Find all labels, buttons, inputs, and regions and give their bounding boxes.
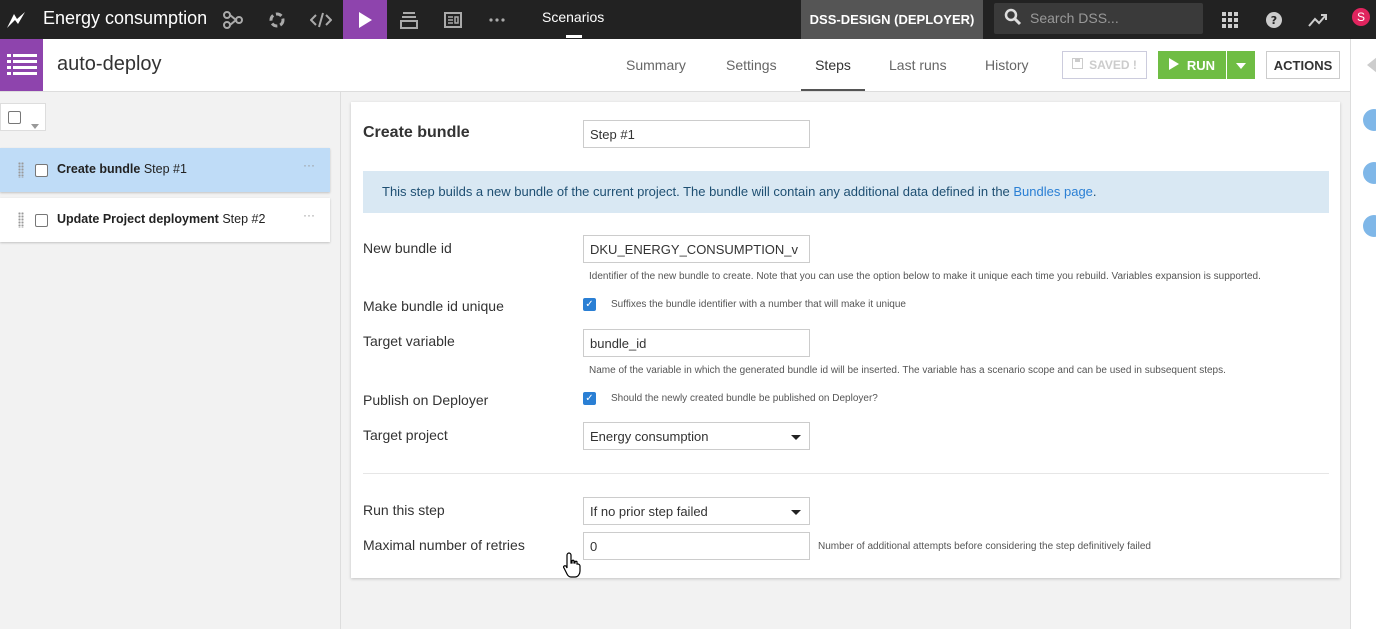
new-bundle-id-label: New bundle id	[363, 240, 452, 256]
select-all-dropdown[interactable]	[0, 103, 46, 131]
publish-label: Publish on Deployer	[363, 392, 489, 408]
new-bundle-id-help: Identifier of the new bundle to create. …	[589, 271, 1261, 282]
avatar[interactable]: S	[1352, 8, 1370, 26]
publish-help: Should the newly created bundle be publi…	[611, 393, 878, 404]
tab-summary[interactable]: Summary	[626, 39, 686, 91]
unique-help: Suffixes the bundle identifier with a nu…	[611, 299, 906, 310]
section-indicator	[566, 35, 582, 38]
run-button[interactable]: RUN	[1158, 51, 1226, 79]
actions-button[interactable]: ACTIONS	[1266, 51, 1340, 79]
dataiku-logo-icon[interactable]	[0, 0, 32, 39]
tab-history[interactable]: History	[985, 39, 1029, 91]
divider	[363, 473, 1329, 474]
search-box[interactable]: Search DSS...	[994, 3, 1203, 34]
target-variable-label: Target variable	[363, 333, 455, 349]
instance-label[interactable]: DSS-DESIGN (DEPLOYER)	[801, 0, 983, 39]
help-icon[interactable]: ?	[1259, 0, 1289, 39]
saved-button[interactable]: SAVED !	[1062, 51, 1147, 79]
unique-checkbox[interactable]: ✓	[583, 298, 596, 311]
max-retries-input[interactable]: 0	[583, 532, 810, 560]
current-section-label[interactable]: Scenarios	[542, 0, 604, 39]
add-icon[interactable]	[1363, 109, 1376, 131]
run-label: RUN	[1186, 57, 1216, 73]
chevron-down-icon	[1236, 56, 1246, 74]
chevron-down-icon	[31, 116, 39, 134]
steps-sidebar: Create bundle Step #1 ··· Update Project…	[0, 92, 341, 629]
target-variable-input[interactable]: bundle_id	[583, 329, 810, 357]
scenario-header: auto-deploy Summary Settings Steps Last …	[0, 39, 1350, 92]
flow-icon[interactable]	[211, 0, 255, 39]
more-icon[interactable]: ···	[303, 208, 315, 222]
more-icon[interactable]: ···	[303, 158, 315, 172]
drag-handle-icon[interactable]	[18, 212, 24, 228]
activity-icon[interactable]	[1303, 0, 1333, 39]
step-type-title: Create bundle	[363, 124, 470, 141]
dashboards-icon[interactable]	[431, 0, 475, 39]
step-settings-panel: Create bundle Step #1 This step builds a…	[351, 102, 1340, 578]
play-icon	[1168, 57, 1179, 73]
max-retries-label: Maximal number of retries	[363, 537, 525, 553]
run-step-label: Run this step	[363, 502, 445, 518]
step-checkbox[interactable]	[35, 164, 48, 177]
collapse-arrow-icon[interactable]	[1365, 57, 1376, 78]
publish-checkbox[interactable]: ✓	[583, 392, 596, 405]
step-label: Create bundle Step #1	[57, 162, 187, 176]
new-bundle-id-input[interactable]: DKU_ENERGY_CONSUMPTION_v	[583, 235, 810, 263]
run-options-button[interactable]	[1227, 51, 1255, 79]
datasets-icon[interactable]	[387, 0, 431, 39]
tab-settings[interactable]: Settings	[726, 39, 777, 91]
search-icon	[1004, 8, 1022, 31]
save-icon	[1072, 58, 1084, 72]
step-label: Update Project deployment Step #2	[57, 212, 266, 226]
tab-last-runs[interactable]: Last runs	[889, 39, 947, 91]
right-panel-rail	[1350, 39, 1376, 629]
project-name[interactable]: Energy consumption	[43, 0, 207, 39]
target-project-label: Target project	[363, 427, 448, 443]
target-project-select[interactable]: Energy consumption	[583, 422, 810, 450]
top-navbar: Energy consumption Scenarios DSS-DESIGN …	[0, 0, 1376, 39]
hand-cursor-icon	[563, 552, 581, 583]
apps-grid-icon[interactable]	[1215, 0, 1245, 39]
step-checkbox[interactable]	[35, 214, 48, 227]
bundles-page-link[interactable]: Bundles page	[1013, 184, 1093, 199]
recipes-icon[interactable]	[255, 0, 299, 39]
info-banner: This step builds a new bundle of the cur…	[363, 171, 1329, 213]
discussion-icon[interactable]	[1363, 215, 1376, 237]
more-icon[interactable]	[475, 0, 519, 39]
step-name-input[interactable]: Step #1	[583, 120, 810, 148]
tab-steps[interactable]: Steps	[801, 39, 865, 91]
unique-label: Make bundle id unique	[363, 298, 504, 314]
jobs-icon[interactable]	[343, 0, 387, 39]
page-title[interactable]: auto-deploy	[57, 53, 162, 76]
select-all-checkbox[interactable]	[8, 111, 21, 124]
saved-label: SAVED !	[1089, 58, 1137, 72]
run-step-select[interactable]: If no prior step failed	[583, 497, 810, 525]
info-icon[interactable]	[1363, 162, 1376, 184]
svg-text:?: ?	[1271, 14, 1277, 27]
search-input[interactable]: Search DSS...	[1030, 10, 1119, 26]
scenario-list-icon[interactable]	[0, 39, 43, 91]
step-item[interactable]: Update Project deployment Step #2 ···	[0, 198, 330, 242]
code-icon[interactable]	[299, 0, 343, 39]
max-retries-help: Number of additional attempts before con…	[818, 541, 1151, 552]
step-item[interactable]: Create bundle Step #1 ···	[0, 148, 330, 192]
target-variable-help: Name of the variable in which the genera…	[589, 365, 1226, 376]
drag-handle-icon[interactable]	[18, 162, 24, 178]
